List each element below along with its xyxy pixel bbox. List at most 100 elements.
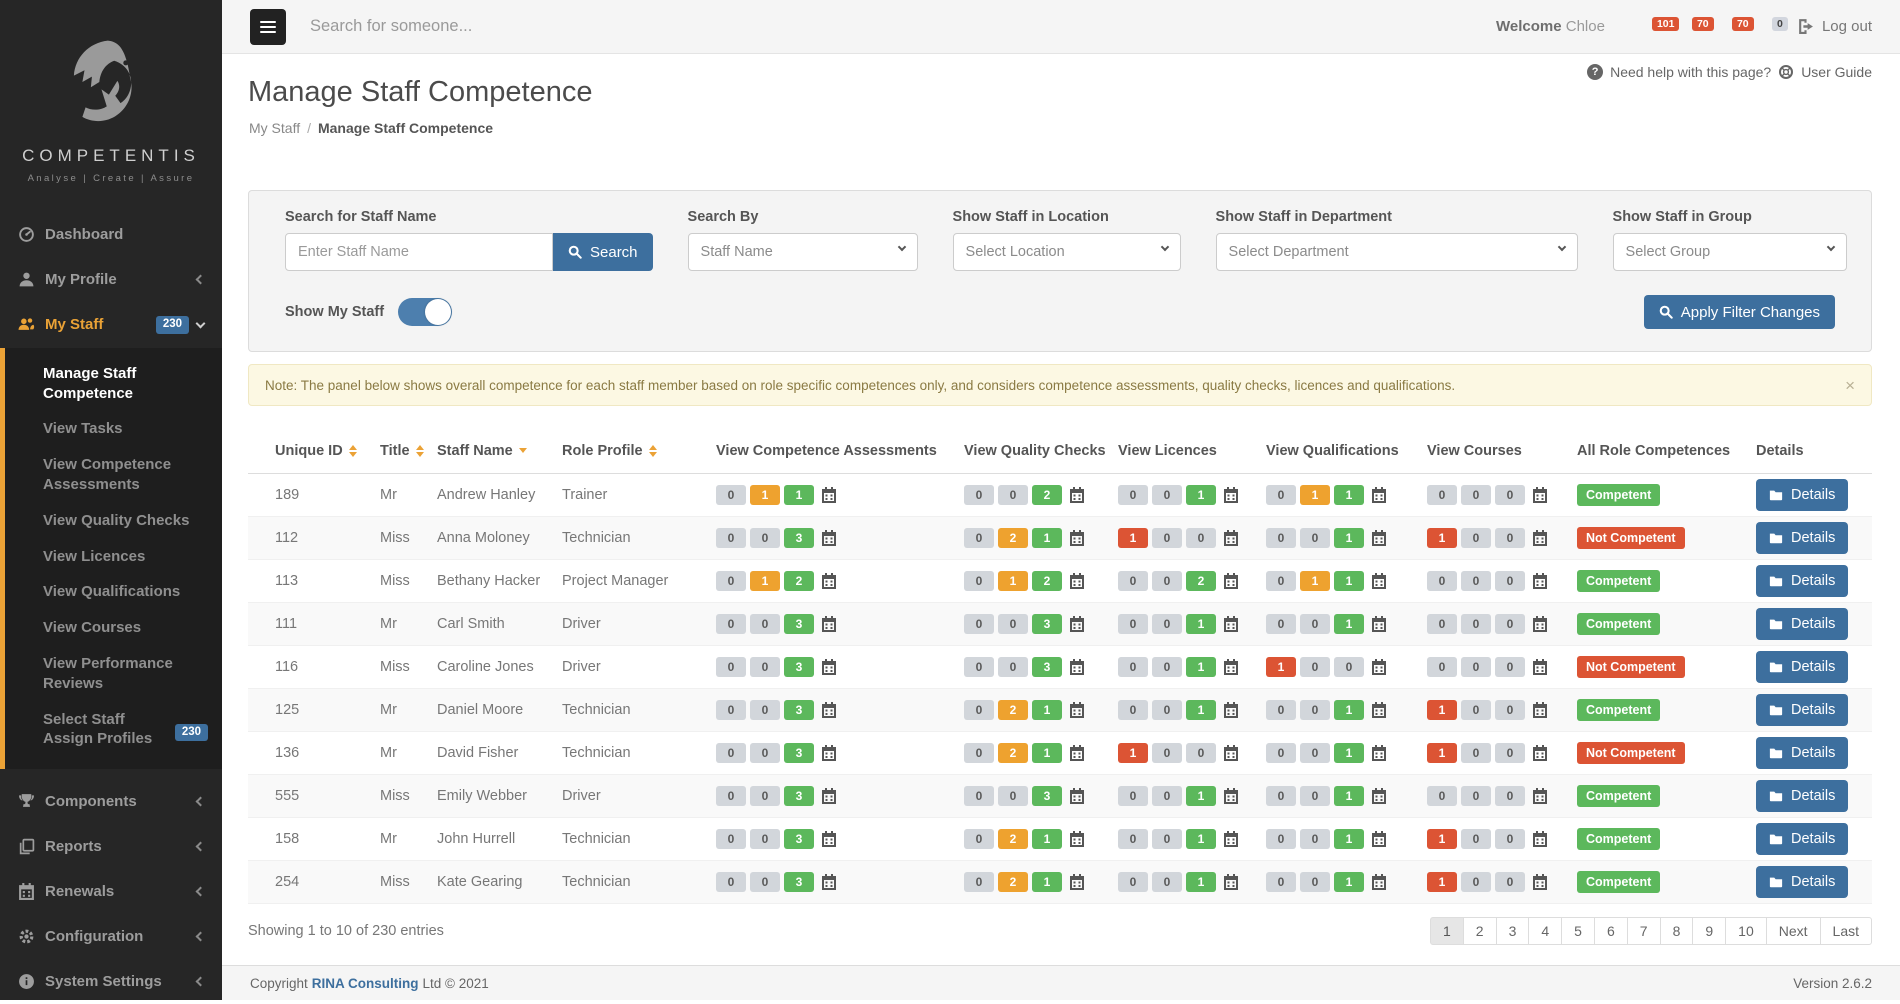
count-badge[interactable]: 0 [1152, 485, 1182, 505]
count-badge[interactable]: 0 [1495, 829, 1525, 849]
calendar-icon[interactable] [1532, 745, 1548, 761]
calendar-icon[interactable] [821, 573, 837, 589]
count-badge[interactable]: 1 [1118, 743, 1148, 763]
count-badge[interactable]: 0 [750, 700, 780, 720]
count-badge[interactable]: 0 [716, 485, 746, 505]
count-badge[interactable]: 0 [1118, 872, 1148, 892]
sidebar-subitem-view-tasks[interactable]: View Tasks [5, 411, 222, 447]
details-button[interactable]: Details [1756, 651, 1848, 683]
count-badge[interactable]: 0 [716, 571, 746, 591]
details-button[interactable]: Details [1756, 694, 1848, 726]
calendar-icon[interactable] [1069, 487, 1085, 503]
calendar-icon[interactable] [821, 616, 837, 632]
count-badge[interactable]: 0 [1266, 743, 1296, 763]
calendar-icon[interactable] [1223, 702, 1239, 718]
calendar-icon[interactable] [1069, 874, 1085, 890]
sidebar-item-configuration[interactable]: Configuration [0, 914, 222, 959]
count-badge[interactable]: 1 [1334, 872, 1364, 892]
count-badge[interactable]: 0 [1118, 571, 1148, 591]
count-badge[interactable]: 3 [784, 614, 814, 634]
count-badge[interactable]: 0 [964, 528, 994, 548]
calendar-icon[interactable] [1223, 831, 1239, 847]
count-badge[interactable]: 0 [1152, 872, 1182, 892]
calendar-icon[interactable] [1069, 788, 1085, 804]
count-badge[interactable]: 0 [1266, 872, 1296, 892]
user-guide-link[interactable]: User Guide [1801, 64, 1872, 80]
count-badge[interactable]: 0 [1334, 657, 1364, 677]
calendar-icon[interactable] [1371, 788, 1387, 804]
count-badge[interactable]: 1 [1032, 528, 1062, 548]
calendar-icon[interactable] [1371, 874, 1387, 890]
count-badge[interactable]: 1 [1118, 528, 1148, 548]
count-badge[interactable]: 0 [1118, 657, 1148, 677]
page-button-5[interactable]: 5 [1561, 917, 1595, 945]
count-badge[interactable]: 0 [716, 528, 746, 548]
details-button[interactable]: Details [1756, 737, 1848, 769]
calendar-icon[interactable] [1532, 874, 1548, 890]
count-badge[interactable]: 1 [1427, 528, 1457, 548]
count-badge[interactable]: 0 [1118, 485, 1148, 505]
count-badge[interactable]: 1 [1300, 571, 1330, 591]
count-badge[interactable]: 0 [1152, 786, 1182, 806]
count-badge[interactable]: 1 [1334, 829, 1364, 849]
count-badge[interactable]: 0 [1495, 786, 1525, 806]
count-badge[interactable]: 0 [1427, 571, 1457, 591]
count-badge[interactable]: 0 [1266, 485, 1296, 505]
column-header-title[interactable]: Title [380, 443, 437, 459]
count-badge[interactable]: 1 [1427, 829, 1457, 849]
count-badge[interactable]: 0 [750, 743, 780, 763]
count-badge[interactable]: 0 [1495, 872, 1525, 892]
count-badge[interactable]: 0 [964, 872, 994, 892]
people-search-input[interactable] [308, 16, 738, 37]
group-select[interactable]: Select Group [1613, 233, 1847, 271]
count-badge[interactable]: 3 [784, 872, 814, 892]
count-badge[interactable]: 0 [1427, 485, 1457, 505]
count-badge[interactable]: 0 [1266, 829, 1296, 849]
count-badge[interactable]: 2 [998, 872, 1028, 892]
count-badge[interactable]: 3 [784, 829, 814, 849]
sidebar-subitem-view-qualifications[interactable]: View Qualifications [5, 574, 222, 610]
calendar-icon[interactable] [1371, 487, 1387, 503]
count-badge[interactable]: 0 [750, 528, 780, 548]
count-badge[interactable]: 0 [716, 700, 746, 720]
count-badge[interactable]: 0 [964, 700, 994, 720]
show-my-staff-toggle[interactable] [398, 298, 452, 326]
count-badge[interactable]: 0 [1495, 743, 1525, 763]
calendar-icon[interactable] [1069, 659, 1085, 675]
calendar-icon[interactable] [1223, 659, 1239, 675]
count-badge[interactable]: 0 [1461, 786, 1491, 806]
close-icon[interactable]: × [1845, 377, 1855, 394]
sidebar-item-my-staff[interactable]: My Staff 230 [0, 302, 222, 348]
calendar-icon[interactable] [1223, 487, 1239, 503]
count-badge[interactable]: 0 [750, 657, 780, 677]
count-badge[interactable]: 3 [784, 657, 814, 677]
count-badge[interactable]: 0 [964, 571, 994, 591]
count-badge[interactable]: 1 [784, 485, 814, 505]
calendar-icon[interactable] [1069, 530, 1085, 546]
count-badge[interactable]: 0 [1495, 485, 1525, 505]
calendar-icon[interactable] [821, 487, 837, 503]
count-badge[interactable]: 1 [1186, 614, 1216, 634]
calendar-icon[interactable] [1371, 616, 1387, 632]
calendar-icon[interactable] [1532, 530, 1548, 546]
page-button-7[interactable]: 7 [1627, 917, 1661, 945]
count-badge[interactable]: 1 [750, 485, 780, 505]
count-badge[interactable]: 2 [1032, 571, 1062, 591]
count-badge[interactable]: 0 [1152, 657, 1182, 677]
calendar-icon[interactable] [1532, 573, 1548, 589]
count-badge[interactable]: 2 [998, 743, 1028, 763]
calendar-icon[interactable] [1223, 874, 1239, 890]
count-badge[interactable]: 1 [1334, 786, 1364, 806]
count-badge[interactable]: 3 [784, 786, 814, 806]
sidebar-item-reports[interactable]: Reports [0, 824, 222, 869]
details-button[interactable]: Details [1756, 565, 1848, 597]
last-page-button[interactable]: Last [1820, 917, 1872, 945]
count-badge[interactable]: 0 [1495, 657, 1525, 677]
count-badge[interactable]: 1 [1427, 872, 1457, 892]
calendar-icon[interactable] [821, 659, 837, 675]
count-badge[interactable]: 0 [1461, 743, 1491, 763]
column-header-role-profile[interactable]: Role Profile [562, 443, 716, 459]
count-badge[interactable]: 0 [750, 829, 780, 849]
column-header-unique-id[interactable]: Unique ID [275, 443, 380, 459]
count-badge[interactable]: 0 [1152, 700, 1182, 720]
